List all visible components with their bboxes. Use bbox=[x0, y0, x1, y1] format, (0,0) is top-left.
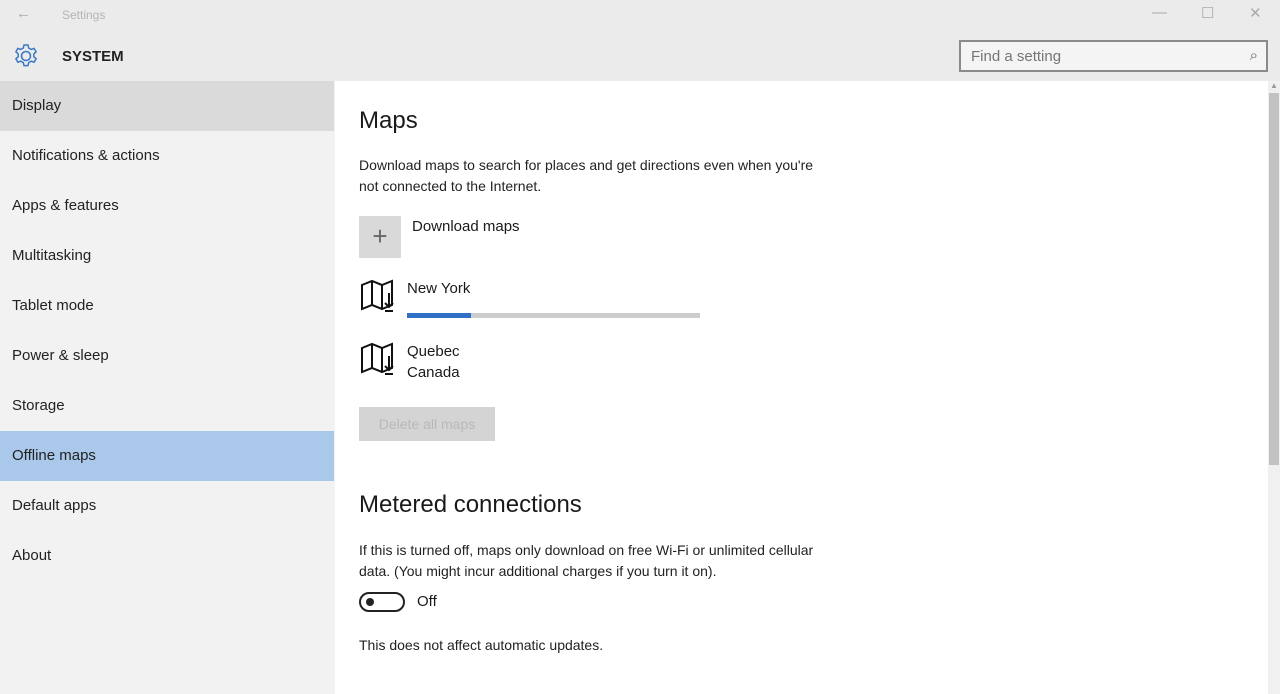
search-icon[interactable]: ⌕ bbox=[1250, 47, 1258, 64]
maps-description: Download maps to search for places and g… bbox=[359, 157, 814, 194]
download-progress-fill bbox=[407, 313, 472, 318]
map-download-icon bbox=[361, 279, 394, 312]
map-download-icon bbox=[361, 342, 394, 375]
add-map-button[interactable]: + bbox=[359, 216, 401, 258]
gear-icon bbox=[14, 44, 38, 67]
metered-note: This does not affect automatic updates. bbox=[359, 637, 604, 653]
scrollbar[interactable]: ▲ bbox=[1268, 81, 1280, 694]
sidebar-item-multitasking[interactable]: Multitasking bbox=[0, 231, 334, 281]
back-arrow-icon[interactable]: ← bbox=[16, 5, 31, 22]
sidebar-item-apps-features[interactable]: Apps & features bbox=[0, 181, 334, 231]
search-box[interactable]: ⌕ bbox=[959, 40, 1268, 72]
maps-heading: Maps bbox=[359, 107, 418, 134]
sidebar-item-about[interactable]: About bbox=[0, 531, 334, 581]
sidebar-item-display[interactable]: Display bbox=[0, 81, 334, 131]
scrollbar-thumb[interactable] bbox=[1269, 93, 1279, 465]
search-input[interactable] bbox=[961, 42, 1231, 70]
sidebar: Display Notifications & actions Apps & f… bbox=[0, 81, 334, 694]
metered-toggle[interactable] bbox=[359, 592, 405, 612]
header: SYSTEM ⌕ bbox=[0, 30, 1280, 81]
maximize-button[interactable]: ☐ bbox=[1201, 4, 1214, 22]
scroll-up-icon[interactable]: ▲ bbox=[1270, 81, 1278, 90]
download-progress-bar bbox=[407, 313, 700, 318]
delete-all-maps-button[interactable]: Delete all maps bbox=[359, 407, 495, 441]
map-item-region: Canada bbox=[407, 364, 460, 381]
sidebar-item-power-sleep[interactable]: Power & sleep bbox=[0, 331, 334, 381]
title-bar: ← Settings — ☐ ✕ bbox=[0, 0, 1280, 30]
sidebar-item-storage[interactable]: Storage bbox=[0, 381, 334, 431]
section-title: SYSTEM bbox=[62, 48, 124, 65]
download-maps-link[interactable]: Download maps bbox=[412, 218, 520, 235]
map-item-name: Quebec bbox=[407, 343, 460, 360]
main-content: Maps Download maps to search for places … bbox=[335, 81, 1268, 694]
toggle-knob bbox=[366, 598, 374, 606]
sidebar-item-tablet-mode[interactable]: Tablet mode bbox=[0, 281, 334, 331]
minimize-button[interactable]: — bbox=[1152, 4, 1167, 21]
sidebar-item-default-apps[interactable]: Default apps bbox=[0, 481, 334, 531]
sidebar-item-offline-maps[interactable]: Offline maps bbox=[0, 431, 334, 481]
map-item-name: New York bbox=[407, 280, 471, 297]
sidebar-item-notifications[interactable]: Notifications & actions bbox=[0, 131, 334, 181]
metered-description: If this is turned off, maps only downloa… bbox=[359, 542, 814, 579]
window-title: Settings bbox=[62, 8, 106, 22]
close-button[interactable]: ✕ bbox=[1249, 4, 1262, 22]
metered-heading: Metered connections bbox=[359, 491, 582, 518]
toggle-state-label: Off bbox=[417, 593, 437, 610]
